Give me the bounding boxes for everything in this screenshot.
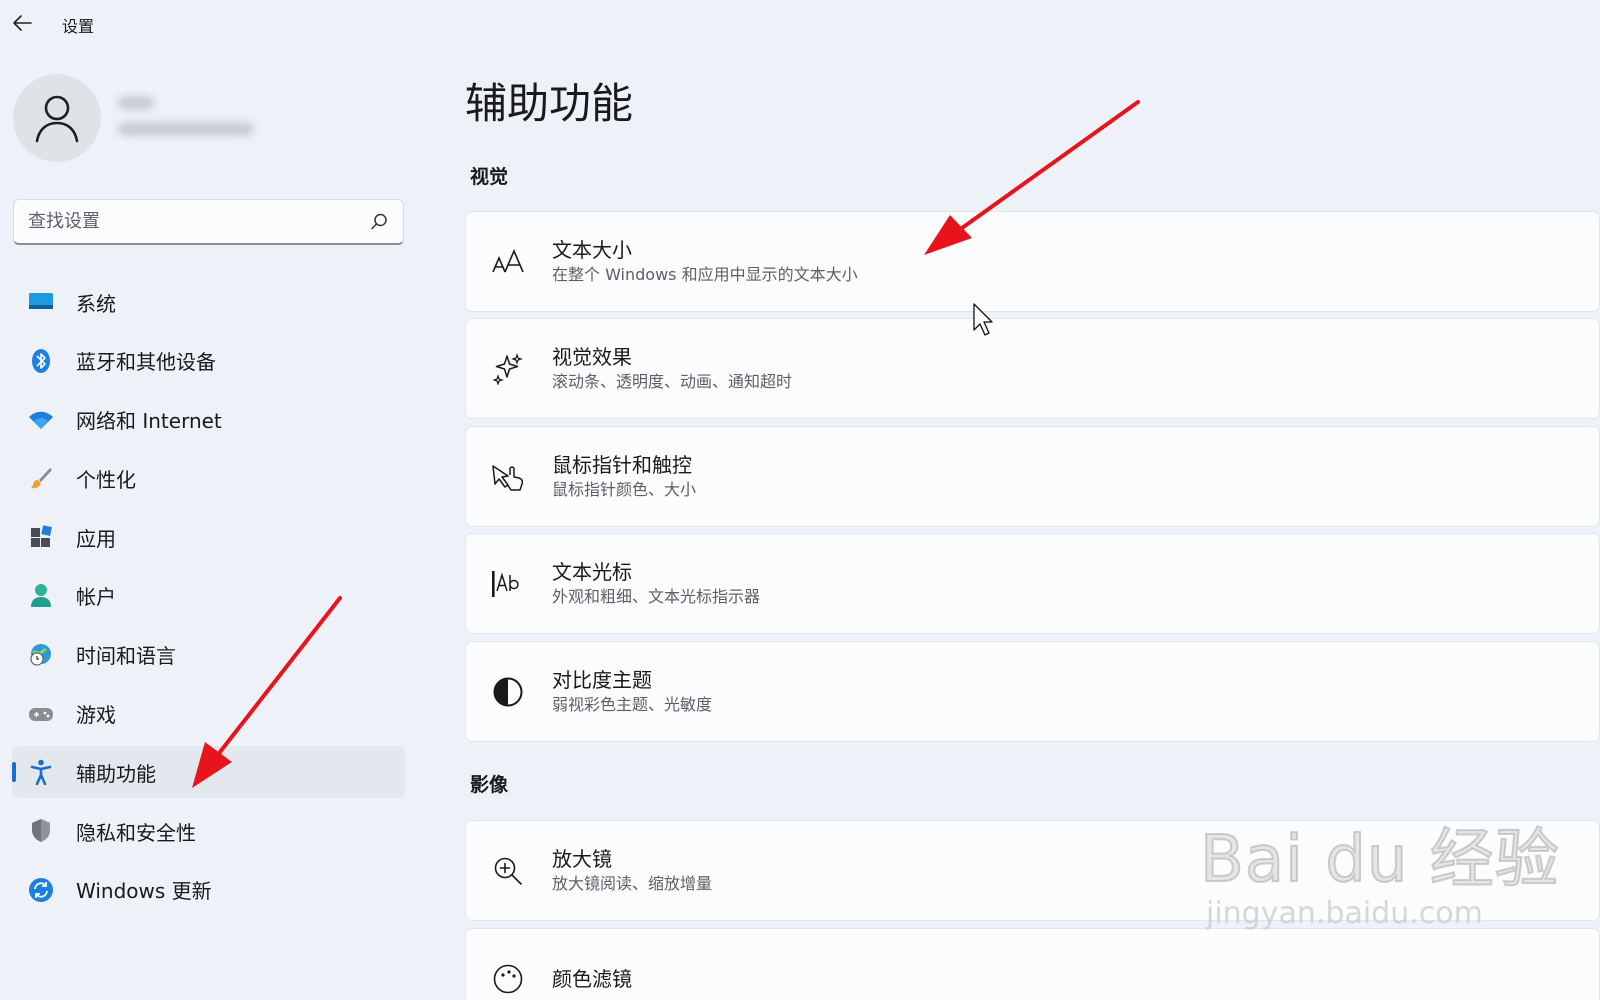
- sidebar-item-label: 个性化: [76, 467, 136, 492]
- card-description: 滚动条、透明度、动画、通知超时: [552, 372, 793, 391]
- section-title-vision: 视觉: [470, 166, 509, 188]
- sidebar-item-personalization[interactable]: 个性化: [12, 452, 405, 504]
- sidebar-item-label: 蓝牙和其他设备: [76, 350, 216, 375]
- sidebar-item-accounts[interactable]: 帐户: [12, 570, 405, 622]
- back-button[interactable]: [10, 10, 36, 36]
- arrow-left-icon: [13, 15, 32, 31]
- card-description: 鼠标指针颜色、大小: [552, 480, 697, 499]
- person-icon: [35, 95, 79, 143]
- card-title: 文本光标: [552, 560, 632, 584]
- sidebar-item-accessibility[interactable]: 辅助功能: [12, 746, 405, 799]
- card-mouse-pointer-touch[interactable]: 鼠标指针和触控 鼠标指针颜色、大小: [465, 426, 1600, 527]
- brush-icon: [27, 464, 55, 492]
- card-description: 放大镜阅读、缩放增量: [552, 874, 713, 893]
- search-icon[interactable]: [369, 212, 389, 232]
- sidebar: 系统 蓝牙和其他设备 网络和 Internet 个性化 应用: [0, 48, 420, 1000]
- card-title: 文本大小: [552, 238, 632, 262]
- sidebar-item-label: Windows 更新: [76, 879, 212, 904]
- search-box[interactable]: [13, 199, 404, 245]
- watermark: Bai du 经验 jingyan.baidu.com: [1199, 808, 1560, 931]
- card-description: 在整个 Windows 和应用中显示的文本大小: [552, 265, 858, 284]
- account-icon: [27, 582, 55, 610]
- app-title: 设置: [62, 17, 95, 36]
- color-filter-icon: [488, 959, 528, 999]
- sidebar-item-time-language[interactable]: 时间和语言: [12, 629, 405, 681]
- sidebar-item-apps[interactable]: 应用: [12, 511, 405, 563]
- sidebar-nav: 系统 蓝牙和其他设备 网络和 Internet 个性化 应用 帐户 时间和语言 …: [12, 276, 405, 923]
- gamepad-icon: [27, 700, 55, 728]
- card-title: 对比度主题: [552, 668, 652, 692]
- sidebar-item-system[interactable]: 系统: [12, 276, 405, 328]
- avatar[interactable]: [13, 74, 101, 162]
- update-icon: [27, 876, 55, 904]
- system-icon: [27, 288, 55, 316]
- sidebar-item-gaming[interactable]: 游戏: [12, 688, 405, 740]
- sidebar-item-label: 时间和语言: [76, 644, 176, 669]
- user-info-blurred: [118, 96, 254, 136]
- card-contrast-themes[interactable]: 对比度主题 弱视彩色主题、光敏度: [465, 641, 1600, 742]
- sidebar-item-label: 隐私和安全性: [76, 820, 196, 845]
- card-color-filters[interactable]: 颜色滤镜: [465, 928, 1600, 1000]
- watermark-logo: Bai du 经验: [1199, 822, 1560, 898]
- card-description: 外观和粗细、文本光标指示器: [552, 587, 761, 606]
- card-visual-effects[interactable]: 视觉效果 滚动条、透明度、动画、通知超时: [465, 318, 1600, 419]
- text-cursor-icon: [488, 564, 528, 604]
- card-title: 放大镜: [552, 847, 612, 871]
- sidebar-item-label: 辅助功能: [76, 761, 156, 786]
- magnifier-icon: [488, 851, 528, 891]
- sidebar-item-network[interactable]: 网络和 Internet: [12, 394, 405, 446]
- card-title: 鼠标指针和触控: [552, 453, 692, 477]
- wifi-icon: [27, 406, 55, 434]
- sidebar-item-privacy[interactable]: 隐私和安全性: [12, 805, 405, 857]
- sidebar-item-windows-update[interactable]: Windows 更新: [12, 864, 405, 916]
- card-text-cursor[interactable]: 文本光标 外观和粗细、文本光标指示器: [465, 533, 1600, 634]
- globe-clock-icon: [27, 641, 55, 669]
- text-size-icon: [488, 242, 528, 282]
- watermark-url: jingyan.baidu.com: [1206, 896, 1483, 931]
- sparkle-icon: [488, 349, 528, 389]
- sidebar-item-label: 系统: [76, 291, 116, 316]
- bluetooth-icon: [27, 347, 55, 375]
- page-title: 辅助功能: [465, 79, 634, 128]
- card-description: 弱视彩色主题、光敏度: [552, 695, 713, 714]
- sidebar-item-label: 网络和 Internet: [76, 409, 222, 434]
- contrast-icon: [488, 672, 528, 712]
- card-title: 视觉效果: [552, 345, 632, 369]
- accessibility-icon: [27, 758, 55, 786]
- sidebar-item-label: 游戏: [76, 703, 116, 728]
- shield-icon: [27, 817, 55, 845]
- sidebar-item-label: 帐户: [76, 585, 116, 610]
- pointer-touch-icon: [488, 457, 528, 497]
- section-title-imaging: 影像: [470, 774, 509, 796]
- search-input[interactable]: [28, 211, 369, 232]
- card-title: 颜色滤镜: [552, 966, 632, 991]
- card-text-size[interactable]: 文本大小 在整个 Windows 和应用中显示的文本大小: [465, 211, 1600, 312]
- apps-icon: [27, 523, 55, 551]
- sidebar-item-label: 应用: [76, 526, 116, 551]
- sidebar-item-bluetooth[interactable]: 蓝牙和其他设备: [12, 335, 405, 387]
